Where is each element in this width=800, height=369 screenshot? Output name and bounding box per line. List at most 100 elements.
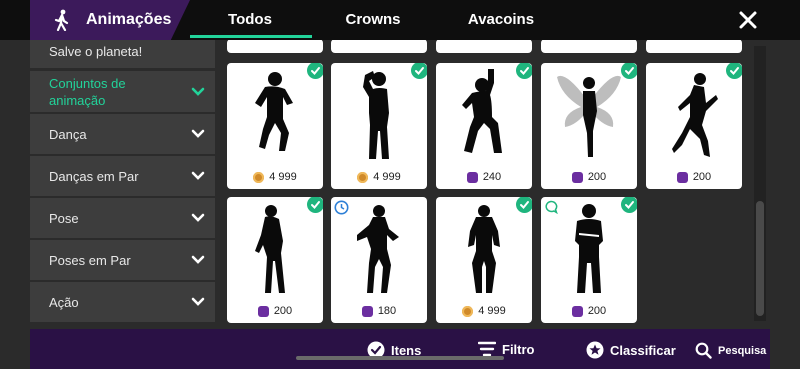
sidebar-item-pose[interactable]: Pose [30, 198, 215, 238]
price-value: 4 999 [373, 171, 401, 183]
avatar-pose-figure [462, 69, 502, 153]
tab-crowns[interactable]: Crowns [323, 11, 423, 28]
page-title: Animações [86, 11, 172, 28]
grid-scrollbar[interactable] [754, 46, 766, 321]
scroll-thumb[interactable] [756, 201, 764, 316]
chevron-down-icon [191, 297, 205, 306]
price-value: 200 [587, 305, 607, 317]
animation-card-partial[interactable] [331, 40, 427, 53]
crown-icon [257, 305, 269, 317]
avatar-pose-figure [363, 71, 389, 159]
top-bar: Animações Todos Crowns Avacoins [0, 0, 800, 40]
walking-person-icon [54, 9, 69, 31]
price-tag: 200 [227, 305, 323, 317]
animation-card[interactable]: 240 [436, 63, 532, 189]
sidebar-item-conjuntos-de-animacao[interactable]: Conjuntos de animação [30, 71, 215, 112]
owned-check-icon [516, 197, 532, 213]
avacoin-icon [253, 171, 265, 183]
price-tag: 240 [436, 171, 532, 183]
owned-check-icon [307, 63, 323, 79]
chat-icon [545, 200, 558, 214]
chevron-down-icon [191, 171, 205, 180]
active-tab-indicator [190, 35, 312, 38]
sort-button[interactable]: Classificar [586, 341, 676, 359]
owned-check-icon [726, 63, 742, 79]
crown-icon [676, 171, 688, 183]
avatar-pose-figure [255, 205, 285, 293]
price-tag: 200 [646, 171, 742, 183]
search-label: Pesquisa [718, 344, 767, 357]
system-home-indicator[interactable] [296, 356, 504, 360]
sort-label: Classificar [610, 342, 676, 358]
crown-icon [361, 305, 373, 317]
animation-card[interactable]: 4 999 [227, 63, 323, 189]
sidebar-item-label: Danças em Par [49, 168, 139, 184]
animation-grid: 4 999 4 999 240 200 200 200 180 4 999 200 [215, 40, 755, 329]
filter-button[interactable]: Filtro [478, 341, 535, 357]
animation-card[interactable]: 4 999 [436, 197, 532, 323]
avatar-pose-figure [357, 205, 399, 293]
close-icon[interactable] [737, 9, 759, 31]
owned-check-icon [516, 63, 532, 79]
owned-check-icon [621, 63, 637, 79]
price-value: 200 [587, 171, 607, 183]
avacoin-icon [357, 171, 369, 183]
chevron-down-icon [191, 255, 205, 264]
animation-card[interactable]: 4 999 [331, 63, 427, 189]
price-tag: 4 999 [436, 305, 532, 317]
sidebar-item-label: Conjuntos de animação [49, 75, 126, 108]
animation-card-partial[interactable] [646, 40, 742, 53]
price-value: 200 [692, 171, 712, 183]
animation-card-partial[interactable] [541, 40, 637, 53]
animation-card-partial[interactable] [227, 40, 323, 53]
animation-card[interactable]: 200 [646, 63, 742, 189]
owned-check-icon [411, 63, 427, 79]
owned-check-icon [307, 197, 323, 213]
avatar-pose-figure [575, 204, 603, 293]
category-sidebar: Salve o planeta! Conjuntos de animação D… [30, 40, 215, 329]
price-value: 4 999 [478, 305, 506, 317]
avacoin-icon [462, 305, 474, 317]
sidebar-item-poses-em-par[interactable]: Poses em Par [30, 240, 215, 280]
tab-avacoins[interactable]: Avacoins [446, 11, 556, 28]
chevron-down-icon [191, 87, 205, 96]
price-tag: 200 [541, 305, 637, 317]
crown-icon [571, 171, 583, 183]
avatar-pose-figure [468, 205, 500, 293]
crown-icon [466, 171, 478, 183]
clock-icon [334, 200, 349, 215]
sidebar-item-label: Dança [49, 126, 87, 142]
owned-check-icon [621, 197, 637, 213]
sidebar-item-dancas-em-par[interactable]: Danças em Par [30, 156, 215, 196]
avatar-pose-figure [557, 75, 621, 157]
search-button[interactable]: Pesquisa [695, 342, 766, 359]
sidebar-item-label: Ação [49, 294, 79, 310]
price-tag: 4 999 [331, 171, 427, 183]
tab-todos[interactable]: Todos [200, 11, 300, 28]
animation-card[interactable]: 200 [541, 63, 637, 189]
price-tag: 200 [541, 171, 637, 183]
price-value: 180 [377, 305, 397, 317]
star-badge-icon [586, 341, 604, 359]
price-tag: 4 999 [227, 171, 323, 183]
search-icon [695, 342, 712, 359]
animation-card-partial[interactable] [436, 40, 532, 53]
sidebar-item-acao[interactable]: Ação [30, 282, 215, 322]
filter-label: Filtro [502, 341, 535, 357]
animation-card[interactable]: 200 [227, 197, 323, 323]
sidebar-item-salve-o-planeta[interactable]: Salve o planeta! [30, 40, 215, 68]
avatar-pose-figure [672, 73, 718, 157]
animation-card[interactable]: 180 [331, 197, 427, 323]
crown-icon [571, 305, 583, 317]
sidebar-item-danca[interactable]: Dança [30, 114, 215, 154]
price-value: 4 999 [269, 171, 297, 183]
app-window: Animações Todos Crowns Avacoins Salve o … [0, 0, 800, 369]
filter-icon [478, 341, 496, 357]
sidebar-item-label: Pose [49, 210, 79, 226]
avatar-pose-figure [255, 72, 293, 151]
chevron-down-icon [191, 213, 205, 222]
price-value: 240 [482, 171, 502, 183]
price-value: 200 [273, 305, 293, 317]
section-title-tab: Animações [30, 0, 190, 40]
animation-card[interactable]: 200 [541, 197, 637, 323]
